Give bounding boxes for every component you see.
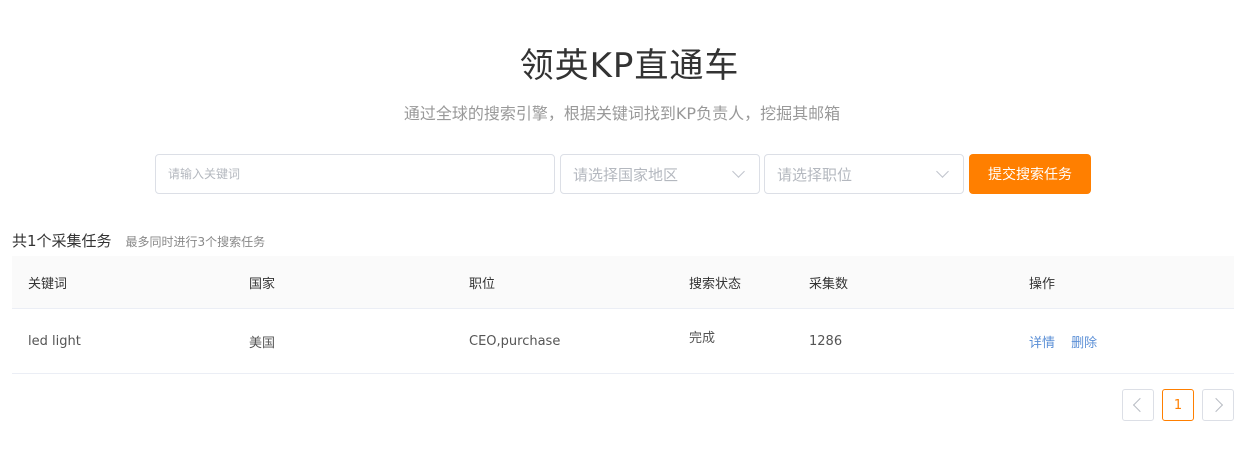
task-table: 关键词 国家 职位 搜索状态 采集数 操作 led light 美国 CEO,p…	[12, 256, 1234, 374]
pagination: 1	[1122, 389, 1234, 421]
cell-country: 美国	[249, 335, 276, 351]
page: 领英KP直通车 通过全球的搜索引擎，根据关键词找到KP负责人，挖掘其邮箱 请选择…	[0, 0, 1259, 450]
page-subtitle: 通过全球的搜索引擎，根据关键词找到KP负责人，挖掘其邮箱	[403, 104, 841, 123]
cell-position: CEO,purchase	[469, 333, 561, 349]
position-select-placeholder: 请选择职位	[777, 165, 853, 184]
page-number-button[interactable]: 1	[1162, 389, 1194, 421]
cell-actions: 详情 删除	[1013, 332, 1234, 351]
table-header: 关键词 国家 职位 搜索状态 采集数 操作	[12, 256, 1234, 309]
task-limit-note: 最多同时进行3个搜索任务	[125, 235, 266, 249]
delete-link[interactable]: 删除	[1071, 336, 1097, 351]
task-summary: 共1个采集任务 最多同时进行3个搜索任务	[12, 230, 265, 251]
column-header-country: 国家	[249, 276, 276, 292]
chevron-down-icon	[936, 165, 949, 178]
prev-page-button[interactable]	[1122, 389, 1154, 421]
column-header-position: 职位	[469, 276, 496, 292]
column-header-actions: 操作	[1029, 276, 1056, 292]
submit-search-button[interactable]: 提交搜索任务	[969, 154, 1091, 194]
column-header-status: 搜索状态	[689, 276, 742, 292]
cell-keyword: led light	[28, 333, 81, 349]
details-link[interactable]: 详情	[1029, 336, 1055, 351]
table-row: led light 美国 CEO,purchase 完成 1286 详情 删除	[12, 309, 1234, 374]
chevron-down-icon	[732, 165, 745, 178]
page-title: 领英KP直通车	[519, 46, 740, 86]
cell-count: 1286	[809, 333, 843, 349]
country-select-placeholder: 请选择国家地区	[573, 165, 679, 184]
task-count: 共1个采集任务	[12, 232, 112, 250]
country-select[interactable]: 请选择国家地区	[560, 154, 760, 194]
next-page-button[interactable]	[1202, 389, 1234, 421]
chevron-left-icon	[1132, 397, 1148, 413]
search-bar: 请选择国家地区 请选择职位 提交搜索任务	[155, 154, 1091, 194]
keyword-input[interactable]	[155, 154, 555, 194]
column-header-count: 采集数	[809, 276, 849, 292]
position-select[interactable]: 请选择职位	[764, 154, 964, 194]
column-header-keyword: 关键词	[28, 276, 68, 292]
cell-status: 完成	[689, 331, 716, 346]
chevron-right-icon	[1208, 397, 1224, 413]
